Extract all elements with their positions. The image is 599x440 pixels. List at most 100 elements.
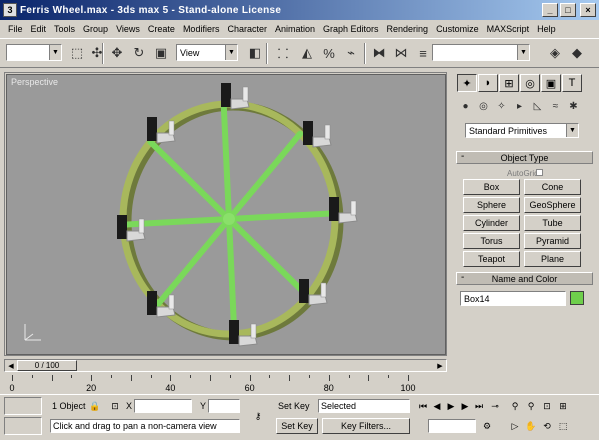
spinner-snap-icon[interactable]: ⌁ [340, 42, 362, 64]
maximize-viewport-icon[interactable]: ⬚ [556, 419, 570, 433]
perspective-viewport[interactable]: Perspective [6, 74, 446, 355]
menu-views[interactable]: Views [112, 24, 144, 34]
name-color-rollout-header[interactable]: - Name and Color [456, 272, 593, 285]
arc-rotate-icon[interactable]: ⟲ [540, 419, 554, 433]
object-name-input[interactable]: Box14 [460, 291, 566, 306]
time-config-icon[interactable]: ⚙ [480, 419, 494, 433]
maxscript-listener-output[interactable] [4, 417, 42, 435]
maxscript-listener-mini[interactable] [4, 397, 42, 415]
maximize-button[interactable]: □ [560, 3, 576, 17]
percent-snap-icon[interactable]: % [318, 42, 340, 64]
torus-button[interactable]: Torus [463, 233, 520, 249]
menu-graph-editors[interactable]: Graph Editors [319, 24, 383, 34]
menu-create[interactable]: Create [144, 24, 179, 34]
previous-frame-icon[interactable]: ◀ [430, 399, 444, 413]
time-slider-thumb[interactable]: 0 / 100 [17, 360, 77, 371]
motion-tab-icon[interactable]: ◎ [520, 74, 540, 92]
play-icon[interactable]: ▶ [444, 399, 458, 413]
menu-animation[interactable]: Animation [271, 24, 319, 34]
primitive-category-dropdown[interactable]: Standard Primitives ▼ [465, 123, 579, 138]
mirror-icon[interactable]: ⧓ [368, 42, 390, 64]
object-color-swatch[interactable] [570, 291, 584, 305]
sphere-button[interactable]: Sphere [463, 197, 520, 213]
menu-customize[interactable]: Customize [432, 24, 483, 34]
cone-button[interactable]: Cone [524, 179, 581, 195]
field-of-view-icon[interactable]: ▷ [508, 419, 522, 433]
menu-help[interactable]: Help [533, 24, 560, 34]
display-tab-icon[interactable]: ▣ [541, 74, 561, 92]
tube-button[interactable]: Tube [524, 215, 581, 231]
track-tick-label: 80 [323, 383, 334, 393]
systems-icon[interactable]: ✱ [565, 99, 582, 114]
zoom-extents-icon[interactable]: ⊡ [540, 399, 554, 413]
slider-prev-icon[interactable]: ◀ [6, 360, 16, 371]
minimize-button[interactable]: _ [542, 3, 558, 17]
absolute-mode-icon[interactable]: ⊡ [108, 399, 122, 413]
zoom-extents-all-icon[interactable]: ⊞ [556, 399, 570, 413]
menu-group[interactable]: Group [79, 24, 112, 34]
helpers-icon[interactable]: ◺ [529, 99, 546, 114]
pyramid-button[interactable]: Pyramid [524, 233, 581, 249]
object-type-rollout-header[interactable]: - Object Type [456, 151, 593, 164]
menu-modifiers[interactable]: Modifiers [179, 24, 224, 34]
next-frame-icon[interactable]: ▶ [458, 399, 472, 413]
x-coordinate-input[interactable] [134, 399, 192, 413]
track-bar[interactable]: 0 20 40 60 80 100 [4, 373, 416, 393]
curve-editor-icon[interactable]: ≡ [412, 42, 434, 64]
menu-character[interactable]: Character [223, 24, 271, 34]
named-selection-dropdown[interactable]: ▼ [432, 44, 530, 61]
key-icon[interactable]: ⚷ [246, 409, 270, 423]
material-editor-icon[interactable]: ◈ [544, 42, 566, 64]
zoom-icon[interactable]: ⚲ [508, 399, 522, 413]
menu-rendering[interactable]: Rendering [383, 24, 433, 34]
current-frame-input[interactable] [428, 419, 476, 433]
utilities-tab-icon[interactable]: T [562, 74, 582, 92]
angle-snap-icon[interactable]: ◭ [296, 42, 318, 64]
rotate-icon[interactable]: ↻ [128, 42, 150, 64]
modify-tab-icon[interactable]: ◗ [478, 74, 498, 92]
move-icon[interactable]: ✥ [106, 42, 128, 64]
autogrid-checkbox[interactable] [536, 169, 543, 176]
lock-selection-icon[interactable]: 🔒 [88, 399, 102, 413]
pivot-center-icon[interactable]: ◧ [244, 42, 266, 64]
time-slider[interactable]: ◀ 0 / 100 ▶ [4, 359, 447, 372]
geometry-icon[interactable]: ● [457, 99, 474, 114]
go-to-end-icon[interactable]: ⏭ [472, 399, 486, 413]
key-mode-toggle-icon[interactable]: ⊸ [488, 399, 502, 413]
selection-set-field[interactable]: ▼ [6, 44, 62, 61]
scale-icon[interactable]: ▣ [150, 42, 172, 64]
select-object-icon[interactable]: ⬚ [66, 42, 88, 64]
slider-next-icon[interactable]: ▶ [435, 360, 445, 371]
snap-toggle-icon[interactable]: ⸬ [272, 42, 294, 64]
render-scene-icon[interactable]: ◆ [566, 42, 588, 64]
hierarchy-tab-icon[interactable]: ⊞ [499, 74, 519, 92]
box-button[interactable]: Box [463, 179, 520, 195]
zoom-all-icon[interactable]: ⚲ [524, 399, 538, 413]
shapes-icon[interactable]: ◎ [475, 99, 492, 114]
viewport-label[interactable]: Perspective [11, 77, 58, 87]
pan-icon[interactable]: ✋ [524, 419, 538, 433]
lights-icon[interactable]: ✧ [493, 99, 510, 114]
align-icon[interactable]: ⋈ [390, 42, 412, 64]
reference-coordinate-dropdown[interactable]: View ▼ [176, 44, 238, 61]
create-tab-icon[interactable]: ✦ [457, 74, 477, 92]
key-filters-button[interactable]: Key Filters... [322, 418, 410, 434]
teapot-button[interactable]: Teapot [463, 251, 520, 267]
space-warps-icon[interactable]: ≈ [547, 99, 564, 114]
geosphere-button[interactable]: GeoSphere [524, 197, 581, 213]
close-button[interactable]: × [580, 3, 596, 17]
menu-maxscript[interactable]: MAXScript [483, 24, 534, 34]
menu-tools[interactable]: Tools [50, 24, 79, 34]
select-by-name-icon[interactable]: ✣ [86, 42, 108, 64]
cylinder-button[interactable]: Cylinder [463, 215, 520, 231]
gondola-side [168, 120, 175, 136]
cameras-icon[interactable]: ▸ [511, 99, 528, 114]
y-coordinate-input[interactable] [208, 399, 240, 413]
key-mode-dropdown[interactable]: Selected [318, 399, 410, 413]
menu-file[interactable]: File [4, 24, 27, 34]
go-to-start-icon[interactable]: ⏮ [416, 399, 430, 413]
max-logo-icon[interactable]: 3 [3, 3, 17, 17]
set-key-button[interactable]: Set Key [276, 418, 318, 434]
menu-edit[interactable]: Edit [27, 24, 51, 34]
plane-button[interactable]: Plane [524, 251, 581, 267]
